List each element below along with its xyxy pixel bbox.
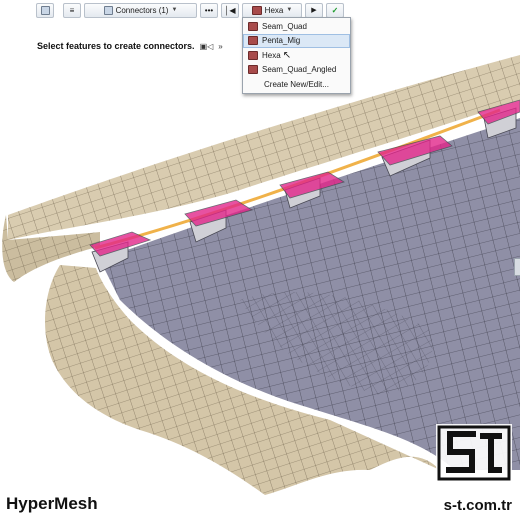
play-button[interactable]: ▶	[305, 2, 323, 18]
config-selector[interactable]: Hexa ▼	[242, 2, 302, 18]
chevron-down-icon: ▼	[286, 7, 293, 13]
chevron-down-icon: ▼	[171, 7, 178, 13]
list-icon: ≡	[69, 5, 75, 15]
more-icon: •••	[204, 5, 214, 15]
panel-collapse-tab[interactable]	[514, 258, 520, 276]
connector-icon	[103, 5, 113, 15]
mouse-cursor-icon: ↖	[282, 49, 292, 61]
seam-quad-angled-icon	[248, 65, 258, 75]
connectors-label: Connectors (1)	[115, 5, 169, 15]
play-icon: ▶	[311, 7, 317, 14]
prompt-text: Select features to create connectors.	[37, 41, 195, 51]
rewind-button[interactable]: │◀	[221, 2, 239, 18]
expand-icon[interactable]: »	[218, 42, 222, 51]
menu-item-penta-mig[interactable]: Penta_Mig	[243, 33, 350, 48]
connectors-selector[interactable]: Connectors (1) ▼	[84, 2, 197, 18]
config-label: Hexa	[264, 5, 284, 15]
connector-browser-button[interactable]	[36, 2, 54, 18]
site-url: s-t.com.tr	[443, 497, 512, 514]
menu-item-create-new[interactable]: Create New/Edit...	[243, 77, 350, 92]
st-logo	[436, 424, 512, 482]
config-dropdown-menu: Seam_Quad Penta_Mig Hexa ↖ Seam_Quad_Angl…	[242, 17, 351, 94]
connector-icon	[40, 5, 50, 15]
hexa-config-icon	[251, 5, 262, 15]
menu-item-seam-quad[interactable]: Seam_Quad	[243, 19, 350, 34]
seam-quad-icon	[248, 21, 258, 31]
more-button[interactable]: •••	[200, 2, 218, 18]
camera-icon[interactable]: ▣◁	[200, 42, 214, 51]
app-name: HyperMesh	[6, 494, 98, 513]
hexa-icon	[248, 50, 258, 60]
list-button[interactable]: ≡	[63, 2, 81, 18]
penta-mig-icon	[248, 36, 258, 46]
menu-item-hexa[interactable]: Hexa ↖	[243, 48, 350, 63]
check-icon: ✓	[331, 5, 339, 15]
status-prompt: Select features to create connectors. ▣◁…	[37, 41, 223, 51]
connector-toolbar: ≡ Connectors (1) ▼ ••• │◀ Hexa ▼ ▶ ✓	[36, 2, 344, 18]
rewind-icon: │◀	[224, 5, 236, 15]
menu-item-seam-quad-angled[interactable]: Seam_Quad_Angled	[243, 63, 350, 78]
confirm-button[interactable]: ✓	[326, 2, 344, 18]
